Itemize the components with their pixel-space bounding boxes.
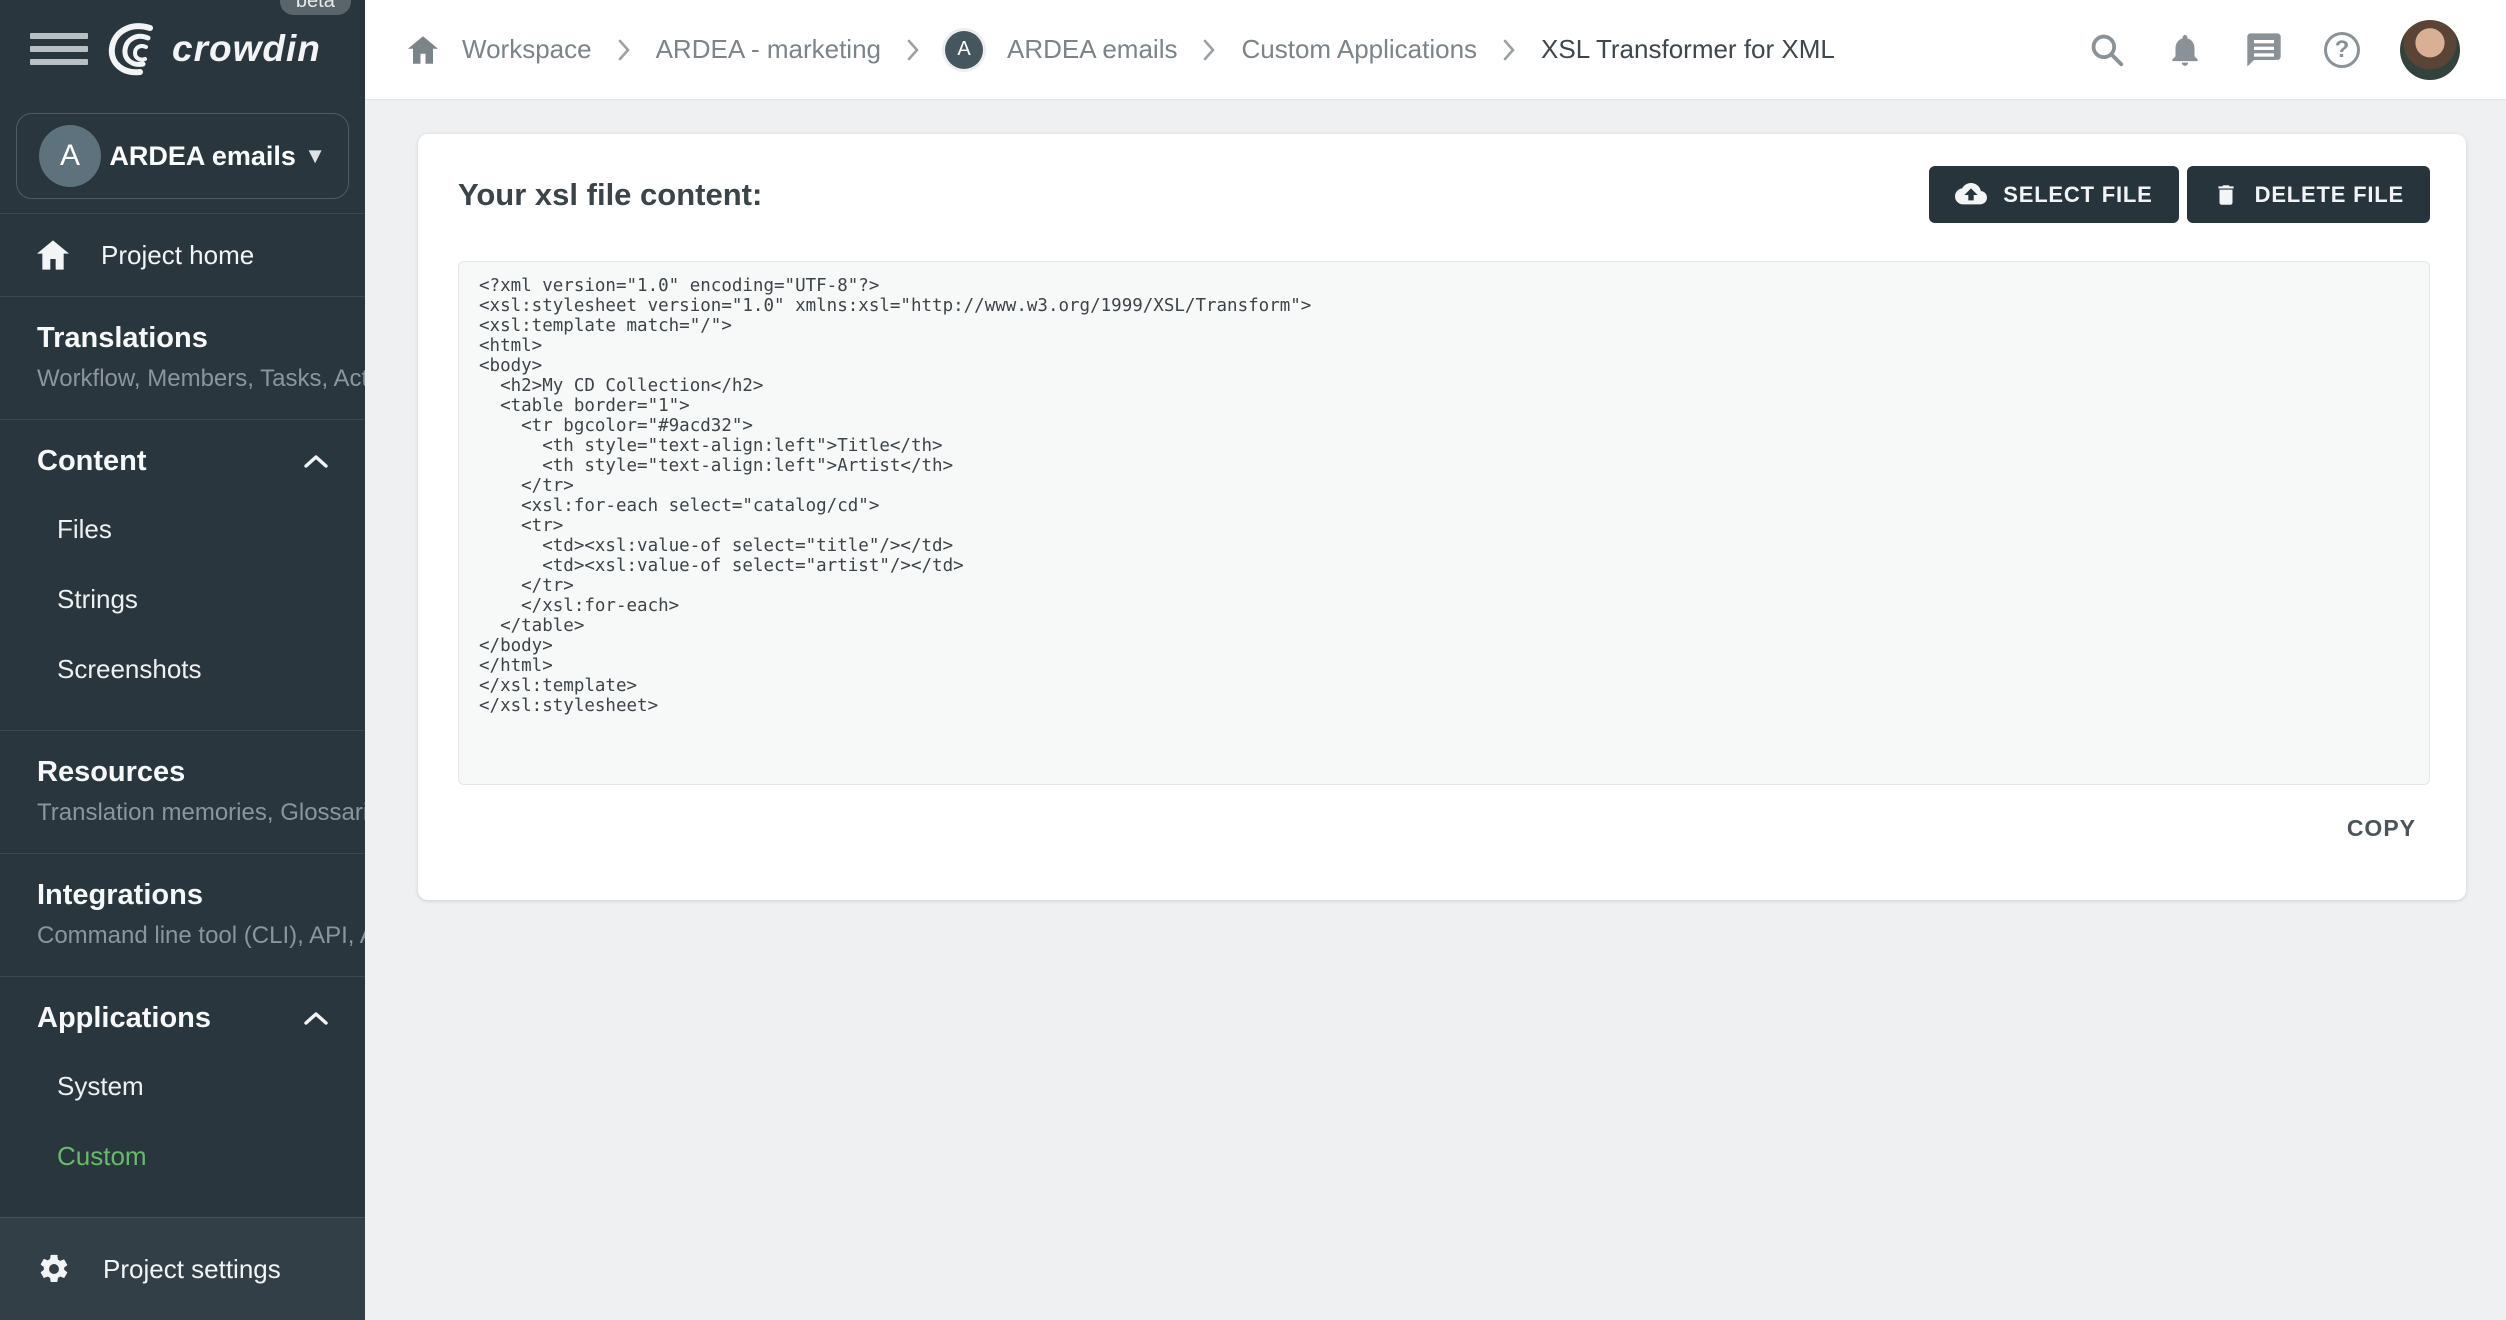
- project-selector[interactable]: A ARDEA emails ▼: [16, 113, 349, 200]
- sidebar-footer: Project settings: [0, 1217, 365, 1320]
- caret-down-icon: ▼: [304, 143, 326, 169]
- sidebar-section-translations[interactable]: Translations Workflow, Members, Tasks, A…: [0, 297, 365, 419]
- main-area: Your xsl file content: SELECT FILE DELET…: [365, 100, 2506, 1320]
- sidebar-item-custom[interactable]: Custom: [0, 1121, 365, 1191]
- sidebar-item-project-settings[interactable]: Project settings: [0, 1218, 365, 1320]
- section-title-translations[interactable]: Translations: [37, 319, 208, 357]
- chevron-right-icon: [1503, 39, 1515, 60]
- app-root: crowdin beta A ARDEA emails ▼ Project ho…: [0, 0, 2506, 1320]
- section-subtitle-integrations: Command line tool (CLI), API, A…: [37, 922, 365, 949]
- breadcrumb-project-avatar[interactable]: A: [944, 30, 983, 69]
- section-subtitle-resources: Translation memories, Glossari…: [37, 799, 365, 827]
- messages-chat-icon[interactable]: [2244, 30, 2284, 70]
- breadcrumb-workspace[interactable]: Workspace: [462, 34, 592, 65]
- section-title-content[interactable]: Content: [37, 442, 147, 480]
- chevron-right-icon: [907, 39, 919, 60]
- sidebar-item-project-home[interactable]: Project home: [0, 214, 365, 296]
- crowdin-logo-icon: [108, 23, 153, 75]
- breadcrumb-org[interactable]: ARDEA - marketing: [656, 34, 881, 65]
- beta-badge: beta: [279, 0, 351, 15]
- breadcrumb-current-page: XSL Transformer for XML: [1541, 34, 1835, 64]
- xsl-code-viewer[interactable]: <?xml version="1.0" encoding="UTF-8"?> <…: [458, 261, 2430, 785]
- sidebar-section-applications: Applications System Custom: [0, 977, 365, 1217]
- menu-icon[interactable]: [30, 32, 88, 65]
- notifications-bell-icon[interactable]: [2166, 31, 2204, 69]
- sidebar-item-system[interactable]: System: [0, 1051, 365, 1121]
- sidebar-header: crowdin beta: [0, 0, 365, 97]
- sidebar-item-label: Project settings: [103, 1253, 281, 1284]
- sidebar: crowdin beta A ARDEA emails ▼ Project ho…: [0, 0, 365, 1320]
- breadcrumb-custom-applications[interactable]: Custom Applications: [1241, 34, 1477, 65]
- sidebar-section-integrations[interactable]: Integrations Command line tool (CLI), AP…: [0, 854, 365, 976]
- home-icon[interactable]: [408, 35, 438, 64]
- project-selector-name: ARDEA emails: [109, 140, 296, 171]
- gear-icon: [40, 1254, 68, 1283]
- user-avatar[interactable]: [2400, 19, 2460, 80]
- topbar: Workspace ARDEA - marketing A ARDEA emai…: [365, 0, 2506, 100]
- content-column: Workspace ARDEA - marketing A ARDEA emai…: [365, 0, 2506, 1320]
- crowdin-logo-text: crowdin: [172, 27, 321, 69]
- chevron-up-icon[interactable]: [303, 453, 329, 469]
- topbar-icons: ?: [2088, 19, 2460, 80]
- section-subtitle-translations: Workflow, Members, Tasks, Act…: [37, 365, 365, 393]
- copy-button[interactable]: COPY: [2347, 815, 2416, 842]
- sidebar-item-strings[interactable]: Strings: [0, 564, 365, 634]
- trash-icon: [2218, 184, 2234, 205]
- xsl-code-content: <?xml version="1.0" encoding="UTF-8"?> <…: [479, 276, 1312, 716]
- sidebar-item-files[interactable]: Files: [0, 494, 365, 564]
- help-icon[interactable]: ?: [2324, 31, 2360, 68]
- chevron-right-icon: [1204, 39, 1216, 60]
- delete-file-button[interactable]: DELETE FILE: [2186, 166, 2430, 223]
- xsl-content-card: Your xsl file content: SELECT FILE DELET…: [418, 134, 2466, 900]
- breadcrumb-project[interactable]: ARDEA emails: [1007, 34, 1178, 65]
- project-avatar: A: [39, 125, 101, 188]
- section-title-integrations[interactable]: Integrations: [37, 876, 203, 914]
- chevron-right-icon: [618, 39, 630, 60]
- breadcrumb: Workspace ARDEA - marketing A ARDEA emai…: [408, 30, 2088, 69]
- crowdin-logo[interactable]: crowdin beta: [102, 0, 351, 78]
- sidebar-section-resources[interactable]: Resources Translation memories, Glossari…: [0, 731, 365, 853]
- page-title: Your xsl file content:: [458, 176, 763, 212]
- sidebar-section-content: Content Files Strings Screenshots: [0, 420, 365, 730]
- section-title-resources[interactable]: Resources: [37, 753, 185, 791]
- cloud-upload-icon: [1955, 182, 1988, 204]
- file-actions: SELECT FILE DELETE FILE: [1929, 166, 2430, 223]
- home-icon: [37, 240, 69, 270]
- select-file-button[interactable]: SELECT FILE: [1929, 166, 2179, 223]
- search-icon[interactable]: [2088, 31, 2126, 69]
- sidebar-item-label: Project home: [101, 239, 255, 270]
- chevron-up-icon[interactable]: [303, 1010, 329, 1026]
- section-title-applications[interactable]: Applications: [37, 999, 211, 1037]
- sidebar-item-screenshots[interactable]: Screenshots: [0, 634, 365, 704]
